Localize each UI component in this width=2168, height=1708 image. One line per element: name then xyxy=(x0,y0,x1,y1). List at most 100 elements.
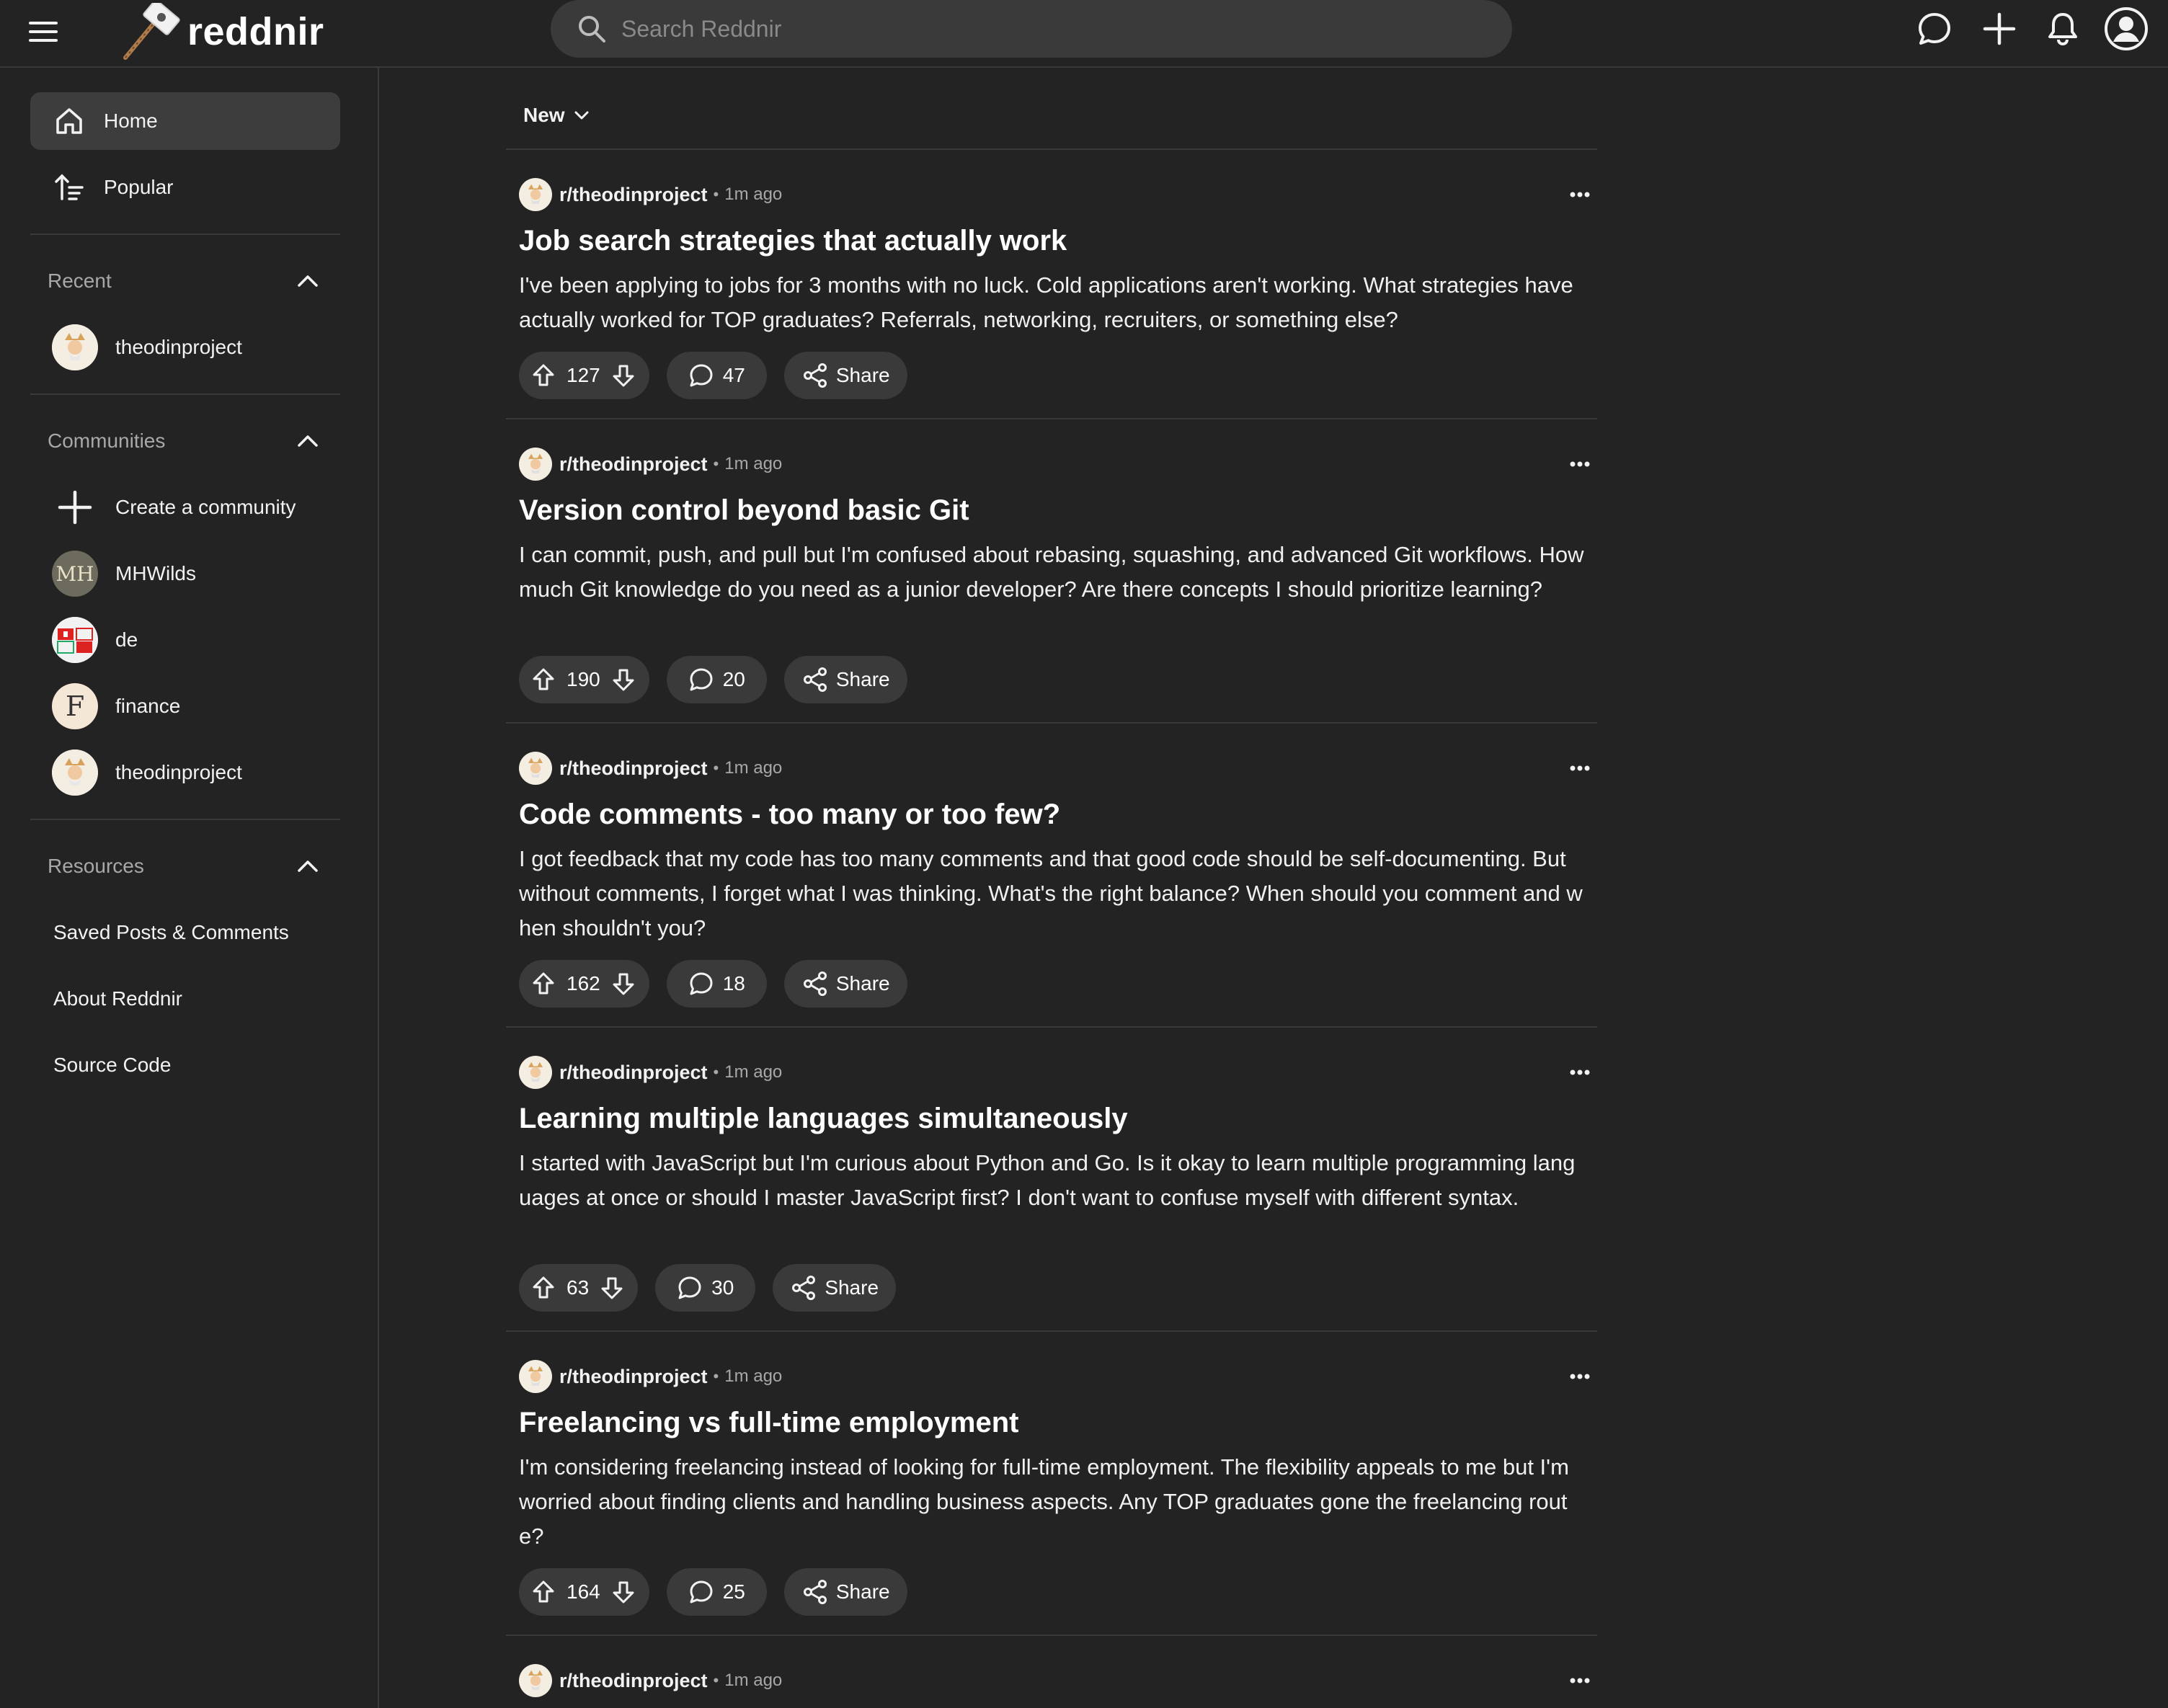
post-body: I've been applying to jobs for 3 months … xyxy=(519,272,1573,332)
resources-section-toggle[interactable]: Resources xyxy=(30,845,340,888)
community-label: finance xyxy=(115,695,181,717)
search-icon xyxy=(579,16,605,43)
comments-button[interactable]: 47 xyxy=(666,352,767,399)
post-title[interactable]: Job search strategies that actually work xyxy=(519,225,1067,257)
logo[interactable]: reddnir xyxy=(120,3,324,61)
share-label: Share xyxy=(835,364,890,386)
create-community-label: Create a community xyxy=(115,496,296,518)
share-button[interactable]: Share xyxy=(783,960,907,1008)
post-card[interactable]: r/theodinproject • 1m ago Learning multi… xyxy=(519,1055,1590,1329)
search-bar[interactable] xyxy=(551,0,1512,58)
post-title[interactable]: Version control beyond basic Git xyxy=(519,494,969,527)
post-card[interactable]: r/theodinproject • 1m ago Job search str… xyxy=(519,177,1590,408)
subreddit-link[interactable]: r/theodinproject xyxy=(559,453,708,476)
chat-icon[interactable] xyxy=(1916,10,1953,48)
subreddit-avatar[interactable] xyxy=(519,752,552,785)
divider xyxy=(506,1330,1597,1332)
share-button[interactable]: Share xyxy=(783,352,907,399)
subreddit-link[interactable]: r/theodinproject xyxy=(559,1670,708,1692)
notifications-bell-icon[interactable] xyxy=(2044,10,2082,48)
sidebar-item-de[interactable]: de xyxy=(30,614,340,666)
menu-icon[interactable] xyxy=(27,16,61,49)
post-time: 1m ago xyxy=(724,454,783,473)
upvote-icon[interactable] xyxy=(530,362,556,388)
sidebar-item-label: Home xyxy=(104,110,158,132)
sidebar-item-saved-posts[interactable]: Saved Posts & Comments xyxy=(53,911,289,954)
post-title[interactable]: Learning multiple languages simultaneous… xyxy=(519,1103,1128,1135)
recent-section-toggle[interactable]: Recent xyxy=(30,259,340,303)
subreddit-avatar[interactable] xyxy=(519,178,552,211)
post-actions: 63 30 Share xyxy=(519,1264,897,1312)
subreddit-link[interactable]: r/theodinproject xyxy=(559,1366,708,1388)
separator-dot: • xyxy=(713,1367,719,1385)
comments-button[interactable]: 30 xyxy=(655,1264,756,1312)
sidebar-item-theodinproject[interactable]: theodinproject xyxy=(30,747,340,799)
subreddit-avatar[interactable] xyxy=(519,1360,552,1393)
more-options-icon[interactable] xyxy=(1563,182,1597,208)
create-post-icon[interactable] xyxy=(1981,10,2018,48)
comment-count: 18 xyxy=(722,972,745,995)
separator-dot: • xyxy=(713,1063,719,1081)
subreddit-link[interactable]: r/theodinproject xyxy=(559,757,708,780)
upvote-icon[interactable] xyxy=(530,1579,556,1605)
post-title[interactable]: Code comments - too many or too few? xyxy=(519,799,1060,831)
share-button[interactable]: Share xyxy=(783,656,907,703)
upvote-icon[interactable] xyxy=(530,1275,556,1301)
separator-dot: • xyxy=(713,759,719,777)
divider xyxy=(506,1634,1597,1636)
subreddit-avatar[interactable] xyxy=(519,448,552,481)
post-body: I'm considering freelancing instead of l… xyxy=(519,1454,1569,1549)
subreddit-link[interactable]: r/theodinproject xyxy=(559,1062,708,1084)
search-input[interactable] xyxy=(620,14,1416,43)
comments-button[interactable]: 18 xyxy=(666,960,767,1008)
downvote-icon[interactable] xyxy=(610,667,636,693)
plus-icon xyxy=(52,484,98,530)
more-options-icon[interactable] xyxy=(1563,1668,1597,1694)
odin-avatar xyxy=(52,750,98,796)
post-title[interactable]: Freelancing vs full-time employment xyxy=(519,1407,1019,1439)
downvote-icon[interactable] xyxy=(610,971,636,997)
share-label: Share xyxy=(835,972,890,995)
vote-control: 162 xyxy=(519,960,649,1008)
post-time: 1m ago xyxy=(724,184,783,204)
comment-count: 20 xyxy=(722,668,745,690)
sidebar-item-popular[interactable]: Popular xyxy=(30,159,340,216)
create-community-button[interactable]: Create a community xyxy=(30,481,340,533)
chevron-up-icon xyxy=(298,435,318,447)
sort-dropdown[interactable]: New xyxy=(523,94,590,137)
downvote-icon[interactable] xyxy=(599,1275,625,1301)
subreddit-avatar[interactable] xyxy=(519,1056,552,1089)
subreddit-avatar[interactable] xyxy=(519,1664,552,1697)
subreddit-link[interactable]: r/theodinproject xyxy=(559,184,708,206)
more-options-icon[interactable] xyxy=(1563,1059,1597,1085)
communities-section-toggle[interactable]: Communities xyxy=(30,419,340,463)
sidebar-item-theodinproject[interactable]: theodinproject xyxy=(30,321,340,373)
vote-count: 162 xyxy=(567,972,600,995)
divider xyxy=(30,819,340,820)
upvote-icon[interactable] xyxy=(530,667,556,693)
separator-dot: • xyxy=(713,185,719,203)
share-label: Share xyxy=(825,1276,879,1299)
post-card[interactable]: r/theodinproject • 1m ago Code comments … xyxy=(519,751,1590,1025)
sidebar-item-source-code[interactable]: Source Code xyxy=(53,1044,171,1087)
share-button[interactable]: Share xyxy=(783,1568,907,1616)
post-card[interactable]: r/theodinproject • 1m ago Version contro… xyxy=(519,447,1590,721)
user-avatar-icon[interactable] xyxy=(2103,6,2149,52)
comments-button[interactable]: 20 xyxy=(666,656,767,703)
sidebar-item-mhwilds[interactable]: MH MHWilds xyxy=(30,548,340,600)
post-card[interactable]: r/theodinproject • 1m ago xyxy=(519,1663,1590,1707)
comments-button[interactable]: 25 xyxy=(666,1568,767,1616)
downvote-icon[interactable] xyxy=(610,362,636,388)
upvote-icon[interactable] xyxy=(530,971,556,997)
share-button[interactable]: Share xyxy=(773,1264,897,1312)
post-time: 1m ago xyxy=(724,758,783,778)
more-options-icon[interactable] xyxy=(1563,755,1597,781)
post-card[interactable]: r/theodinproject • 1m ago Freelancing vs… xyxy=(519,1359,1590,1633)
downvote-icon[interactable] xyxy=(610,1579,636,1605)
sidebar-item-finance[interactable]: F finance xyxy=(30,680,340,732)
share-icon xyxy=(803,971,827,996)
more-options-icon[interactable] xyxy=(1563,451,1597,477)
more-options-icon[interactable] xyxy=(1563,1364,1597,1389)
sidebar-item-about[interactable]: About Reddnir xyxy=(53,977,182,1020)
sidebar-item-home[interactable]: Home xyxy=(30,92,340,150)
